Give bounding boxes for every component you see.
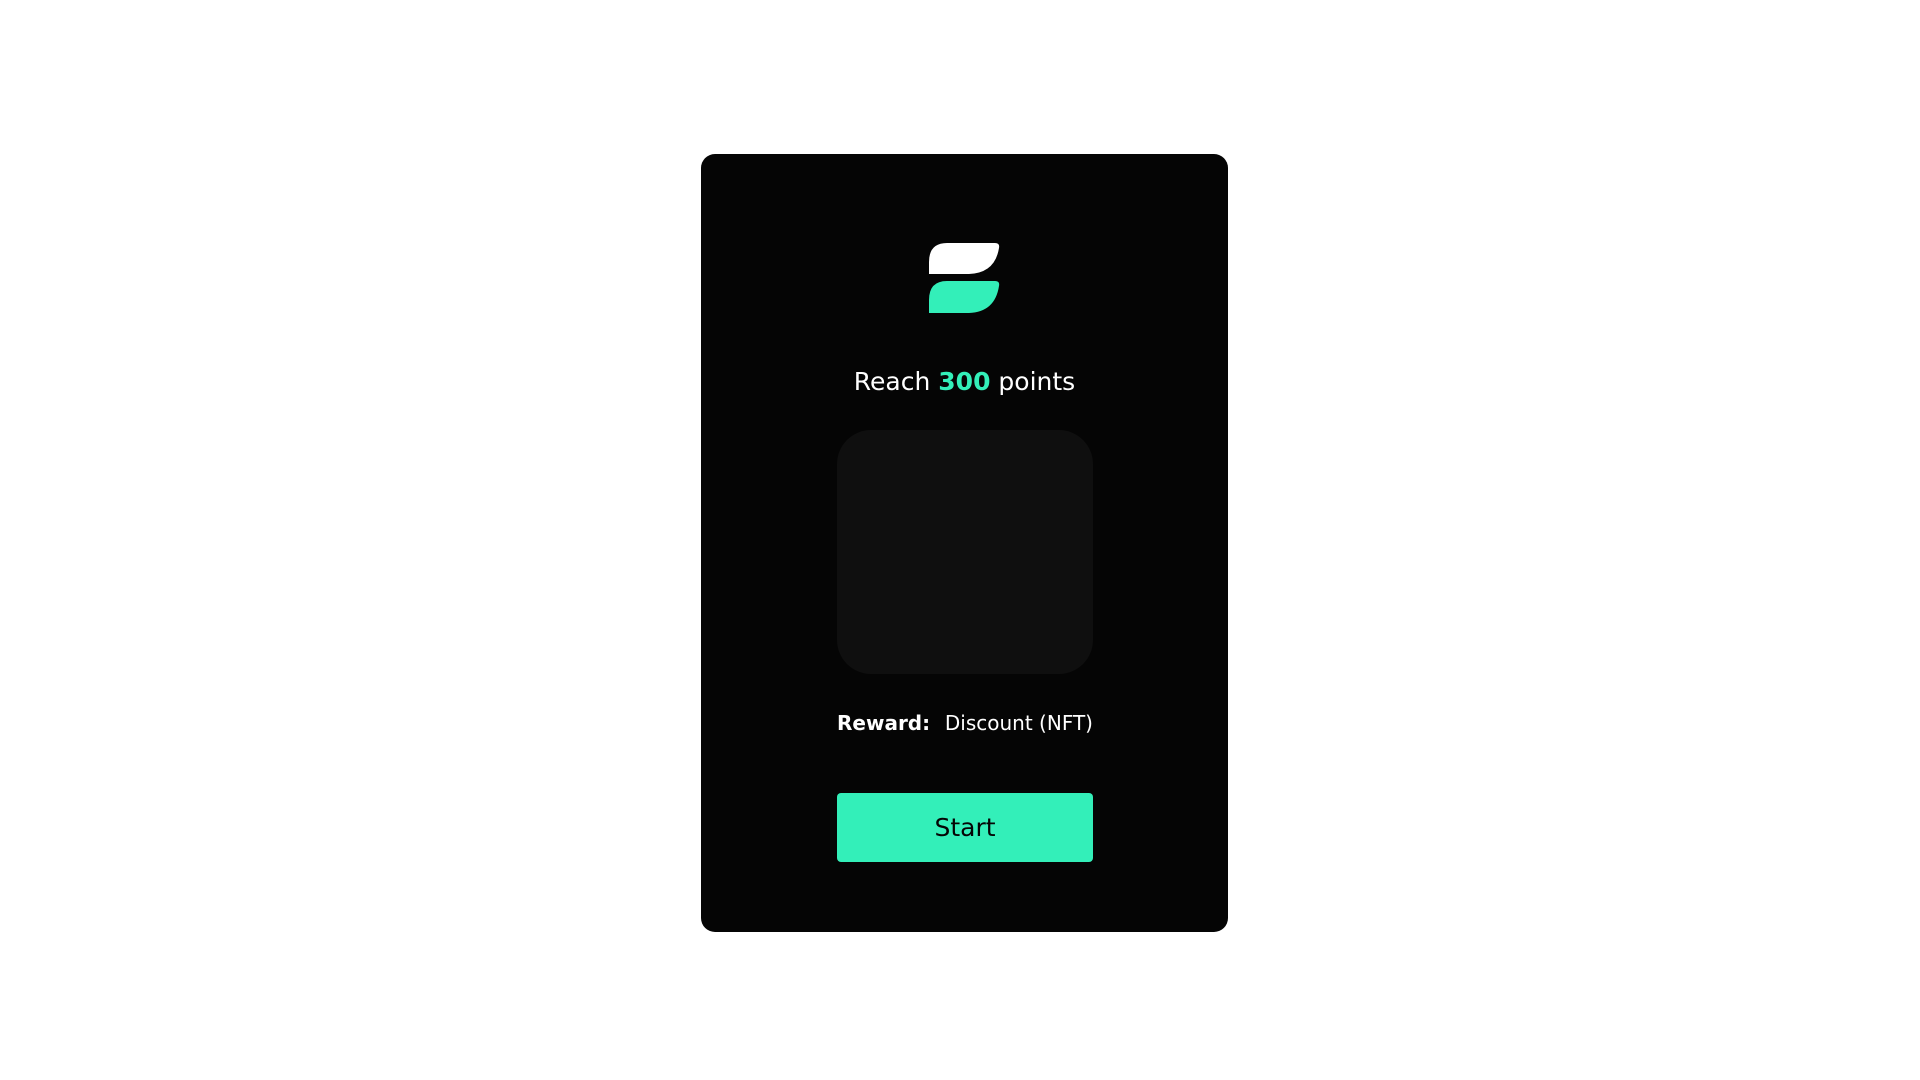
brand-logo-icon [929,243,1000,314]
reward-image-placeholder [837,430,1093,674]
title-suffix: points [998,367,1076,396]
challenge-title: Reach 300 points [701,362,1228,402]
reward-info: Reward: Discount (NFT) [837,708,1093,738]
title-prefix: Reach [853,367,931,396]
points-target: 300 [938,367,991,396]
start-button[interactable]: Start [837,793,1093,862]
reward-label: Reward: [837,711,931,735]
challenge-card: Reach 300 points Reward: Discount (NFT) … [701,154,1228,932]
reward-value: Discount (NFT) [944,711,1093,735]
